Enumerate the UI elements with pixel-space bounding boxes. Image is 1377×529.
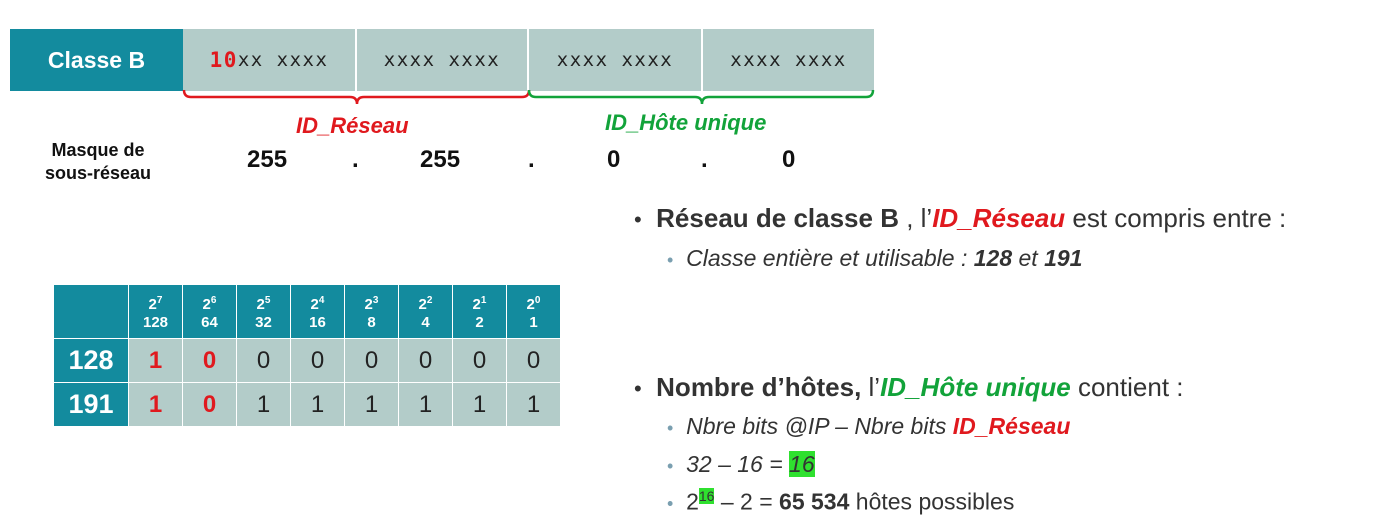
bit-cell: 0 — [452, 338, 507, 383]
octet-4: xxxx xxxx — [703, 29, 874, 91]
host-brace — [527, 89, 875, 105]
table-row: 128 1 0 0 0 0 0 0 0 — [53, 338, 561, 383]
mask-label-line1: Masque de — [51, 140, 145, 160]
range-end: 191 — [1044, 245, 1083, 271]
mask-dot: . — [352, 146, 359, 173]
mask-dot: . — [701, 146, 708, 173]
power-header: 20 1 — [506, 284, 561, 339]
highlighted-exponent: 16 — [698, 488, 715, 504]
mask-octet-2: 255 — [420, 146, 461, 173]
bit-cell: 1 — [398, 382, 453, 427]
bullet-text: hôtes possibles — [849, 488, 1015, 515]
host-id-label: ID_Hôte unique — [605, 110, 767, 135]
bullet-title: Réseau de classe B — [656, 203, 899, 233]
sub-bullet-formula: • Nbre bits @IP – Nbre bits ID_Réseau — [667, 413, 1070, 440]
sub-bullet-usable-range: • Classe entière et utilisable : 128 et … — [667, 245, 1082, 272]
range-start: 128 — [973, 245, 1013, 271]
bullet-dot-icon: • — [667, 456, 674, 476]
table-header-row: 27 128 26 64 25 32 24 16 23 8 22 4 21 2 20 1 — [53, 284, 561, 339]
bullet-text: est compris entre : — [1065, 203, 1287, 233]
power-header: 25 32 — [236, 284, 291, 339]
mask-octet-3: 0 — [607, 146, 621, 173]
bit-cell: 1 — [344, 382, 399, 427]
host-total: 65 534 — [779, 488, 850, 515]
bullet-title: Nombre d’hôtes, — [656, 372, 862, 402]
bit-cell: 1 — [290, 382, 345, 427]
mask-octet-4: 0 — [782, 146, 796, 173]
sub-bullet-calculation: • 32 – 16 = 16 — [667, 451, 815, 478]
octet-3: xxxx xxxx — [529, 29, 701, 91]
bullet-dot-icon: • — [667, 418, 674, 438]
octet-2: xxxx xxxx — [357, 29, 527, 91]
bit-cell: 0 — [506, 338, 561, 383]
bullet-text: et — [1012, 245, 1045, 271]
power-header: 21 2 — [452, 284, 507, 339]
row-label: 191 — [53, 382, 129, 427]
network-brace — [182, 89, 531, 105]
mask-dot: . — [528, 146, 535, 173]
bit-cell: 0 — [344, 338, 399, 383]
power-header: 24 16 — [290, 284, 345, 339]
bit-cell: 0 — [236, 338, 291, 383]
bullet-dot-icon: • — [634, 207, 642, 232]
bullet-class-b-range: • Réseau de classe B , l’ID_Réseau est c… — [634, 203, 1286, 234]
class-prefix-bits: 10 — [209, 48, 238, 72]
bullet-dot-icon: • — [667, 250, 674, 270]
subnet-mask-label: Masque de sous-réseau — [28, 139, 168, 185]
bit-cell: 1 — [128, 382, 183, 427]
bit-cell: 1 — [452, 382, 507, 427]
mask-label-line2: sous-réseau — [44, 163, 152, 183]
bullet-text: Nbre bits @IP – Nbre bits — [686, 413, 953, 439]
mask-octet-1: 255 — [247, 146, 288, 173]
bullet-dot-icon: • — [667, 493, 674, 514]
bullet-host-count: • Nombre d’hôtes, l’ID_Hôte unique conti… — [634, 372, 1183, 403]
table-corner — [53, 284, 129, 339]
power-header: 23 8 — [344, 284, 399, 339]
row-label: 128 — [53, 338, 129, 383]
sub-bullet-host-total: • 216 – 2 = 65 534 hôtes possibles — [667, 488, 1014, 516]
bullet-text: , l’ — [898, 203, 933, 233]
bullet-text: l’ — [861, 372, 881, 402]
bit-weight-table: 27 128 26 64 25 32 24 16 23 8 22 4 21 2 20 1 128… — [53, 284, 561, 427]
table-row: 191 1 0 1 1 1 1 1 1 — [53, 382, 561, 427]
network-id-label: ID_Réseau — [296, 113, 409, 138]
power-base: 2 — [686, 488, 699, 515]
host-id-ref: ID_Hôte unique — [880, 372, 1071, 402]
bit-cell: 0 — [290, 338, 345, 383]
octet-1: 10 xx xxxx — [183, 29, 355, 91]
bullet-text: contient : — [1070, 372, 1184, 402]
highlighted-result: 16 — [789, 451, 815, 477]
power-header: 22 4 — [398, 284, 453, 339]
power-header: 26 64 — [182, 284, 237, 339]
network-id-ref: ID_Réseau — [952, 413, 1071, 439]
bullet-dot-icon: • — [634, 376, 642, 401]
bullet-text: 32 – 16 = — [686, 451, 790, 477]
bit-cell: 1 — [128, 338, 183, 383]
power-header: 27 128 — [128, 284, 183, 339]
braces — [182, 89, 875, 105]
bullet-text: Classe entière et utilisable : — [686, 245, 974, 271]
bit-cell: 0 — [182, 382, 237, 427]
bullet-text: – 2 = — [714, 488, 780, 515]
class-b-label: Classe B — [10, 29, 183, 91]
bit-cell: 0 — [182, 338, 237, 383]
bit-cell: 1 — [506, 382, 561, 427]
network-id-ref: ID_Réseau — [932, 203, 1066, 233]
bit-cell: 1 — [236, 382, 291, 427]
bit-cell: 0 — [398, 338, 453, 383]
octet-1-rest: xx xxxx — [237, 49, 329, 71]
